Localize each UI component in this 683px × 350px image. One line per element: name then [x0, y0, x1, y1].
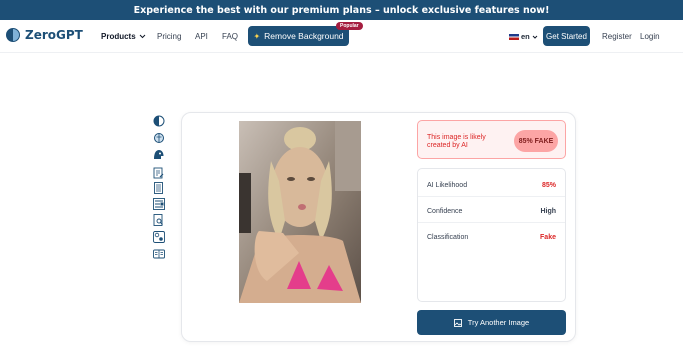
nav-products[interactable]: Products [101, 32, 146, 41]
promo-banner-text: Experience the best with our premium pla… [133, 4, 550, 16]
uk-flag-icon [509, 33, 519, 40]
login-link[interactable]: Login [640, 32, 660, 41]
get-started-label: Get Started [546, 31, 587, 41]
stat-value: High [540, 208, 556, 215]
get-started-button[interactable]: Get Started [543, 26, 590, 46]
remove-background-button[interactable]: ✦ Remove Background [248, 26, 349, 46]
nav-faq[interactable]: FAQ [222, 32, 238, 41]
grammar-check-icon[interactable] [152, 197, 165, 210]
sparkle-icon: ✦ [253, 31, 261, 41]
robot-head-icon[interactable] [152, 148, 165, 161]
document-edit-icon[interactable] [152, 166, 165, 179]
document-search-icon[interactable] [152, 213, 165, 226]
stat-value: Fake [540, 234, 556, 241]
document-lines-icon[interactable] [152, 181, 165, 194]
stat-row: AI Likelihood 85% [418, 171, 565, 197]
stat-label: Confidence [427, 208, 463, 215]
brain-icon[interactable] [152, 131, 165, 144]
language-label: en [521, 32, 530, 41]
popular-badge: Popular [336, 22, 363, 30]
top-nav: ZeroGPT Products Pricing API FAQ ✦ Remov… [0, 20, 683, 53]
image-icon [453, 318, 462, 327]
stat-value: 85% [541, 182, 556, 189]
try-another-label: Try Another Image [467, 318, 530, 327]
remove-background-label: Remove Background [264, 31, 344, 41]
brand-name: ZeroGPT [25, 28, 83, 42]
chevron-down-icon [139, 34, 146, 39]
nav-products-label: Products [101, 32, 136, 41]
result-stats: AI Likelihood 85% Confidence High Classi… [417, 168, 566, 302]
stat-row: Confidence High [418, 197, 565, 223]
stat-label: AI Likelihood [427, 182, 468, 189]
stat-row: Classification Fake [418, 223, 565, 249]
verdict-text: This image is likely created by AI [427, 134, 486, 149]
book-icon[interactable] [152, 247, 165, 260]
language-selector[interactable]: en [509, 32, 538, 41]
chevron-down-icon [532, 35, 538, 39]
fake-score-badge: 85% FAKE [514, 130, 558, 152]
nav-api[interactable]: API [195, 32, 208, 41]
verdict-box: This image is likely created by AI 85% F… [417, 120, 566, 159]
register-link[interactable]: Register [602, 32, 632, 41]
stat-label: Classification [427, 234, 469, 241]
uploaded-image [239, 121, 361, 303]
promo-banner[interactable]: Experience the best with our premium pla… [0, 0, 683, 20]
translate-icon[interactable] [152, 230, 165, 243]
zerogpt-logo-icon [6, 28, 20, 42]
nav-pricing[interactable]: Pricing [157, 32, 181, 41]
try-another-image-button[interactable]: Try Another Image [417, 310, 566, 335]
half-circle-icon[interactable] [152, 114, 165, 127]
logo[interactable]: ZeroGPT [6, 28, 83, 42]
